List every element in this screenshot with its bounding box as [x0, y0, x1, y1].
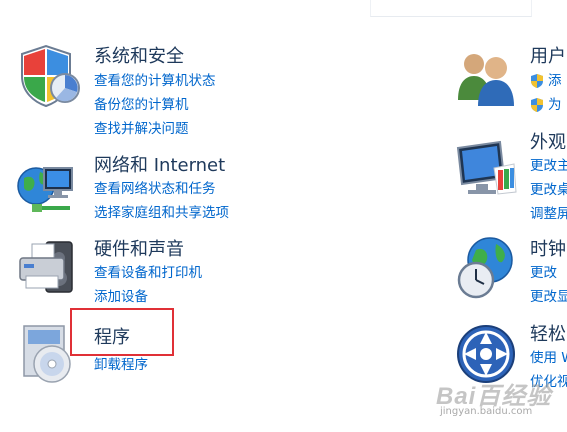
- category-link[interactable]: 为: [548, 96, 562, 114]
- category-title[interactable]: 网络和 Internet: [94, 155, 225, 177]
- category-link[interactable]: 查看您的计算机状态: [94, 72, 216, 90]
- uac-shield-icon: [531, 74, 543, 88]
- clock-region-globe-icon[interactable]: [454, 236, 518, 300]
- category-link[interactable]: 备份您的计算机: [94, 96, 189, 114]
- watermark-url: jingyan.baidu.com: [440, 406, 533, 417]
- category-link[interactable]: 查看设备和打印机: [94, 264, 202, 282]
- category-link[interactable]: 更改桌: [530, 181, 567, 199]
- control-panel-category-view: 系统和安全 查看您的计算机状态 备份您的计算机 查找并解决问题 网络和 Inte…: [0, 0, 567, 432]
- network-internet-globe-icon[interactable]: [14, 156, 78, 220]
- category-link[interactable]: 更改主: [530, 157, 567, 175]
- category-link[interactable]: 查找并解决问题: [94, 120, 189, 138]
- category-link[interactable]: 卸载程序: [94, 356, 148, 374]
- system-security-shield-icon[interactable]: [16, 44, 80, 108]
- appearance-monitor-icon[interactable]: [454, 138, 518, 202]
- uac-shield-icon: [531, 98, 543, 112]
- hardware-sound-printer-icon[interactable]: [16, 236, 80, 300]
- category-title[interactable]: 系统和安全: [94, 46, 184, 68]
- category-link[interactable]: 调整屏: [530, 205, 567, 223]
- category-title[interactable]: 外观: [530, 132, 566, 154]
- search-box-edge[interactable]: [370, 0, 532, 17]
- category-link[interactable]: 添加设备: [94, 288, 148, 306]
- category-link[interactable]: 使用 W: [530, 349, 567, 367]
- category-link[interactable]: 查看网络状态和任务: [94, 180, 216, 198]
- category-link[interactable]: 选择家庭组和共享选项: [94, 204, 229, 222]
- category-title[interactable]: 硬件和声音: [94, 239, 184, 261]
- category-title[interactable]: 用户: [530, 46, 566, 68]
- category-link[interactable]: 更改: [530, 264, 557, 282]
- category-link[interactable]: 更改显: [530, 288, 567, 306]
- highlight-annotation-box: [70, 308, 174, 356]
- baidu-jingyan-watermark: Bai百经验 jingyan.baidu.com: [436, 376, 556, 422]
- category-title[interactable]: 时钟: [530, 239, 566, 261]
- user-accounts-people-icon[interactable]: [452, 46, 516, 110]
- category-title[interactable]: 轻松: [530, 324, 566, 346]
- category-link[interactable]: 添: [548, 72, 562, 90]
